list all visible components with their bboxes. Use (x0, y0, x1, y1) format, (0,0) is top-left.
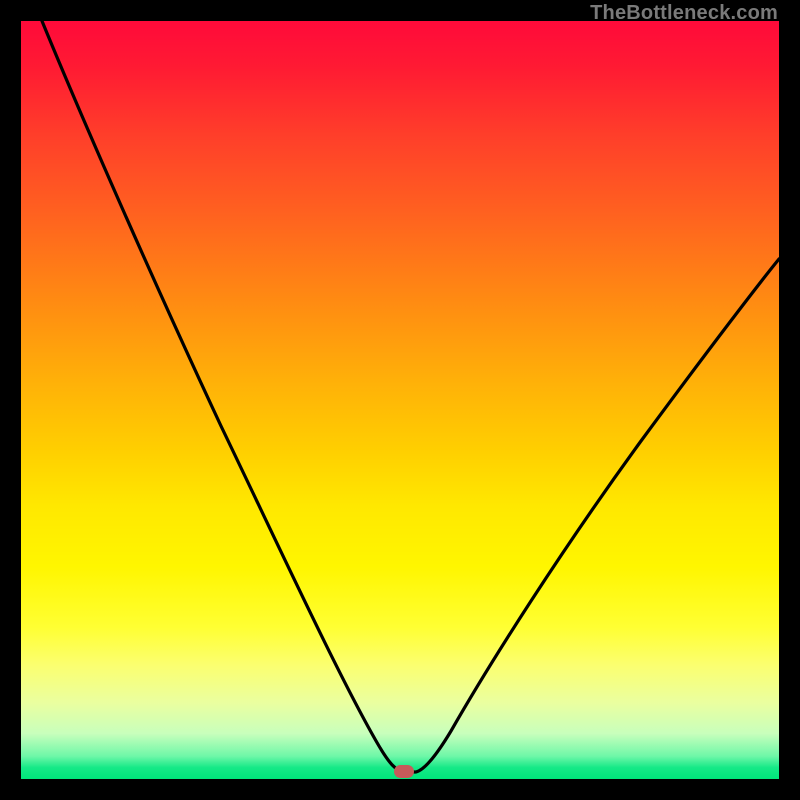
chart-frame: TheBottleneck.com (0, 0, 800, 800)
curve-path (42, 21, 779, 772)
optimal-marker (394, 765, 414, 778)
bottleneck-curve (21, 21, 779, 779)
plot-area (21, 21, 779, 779)
